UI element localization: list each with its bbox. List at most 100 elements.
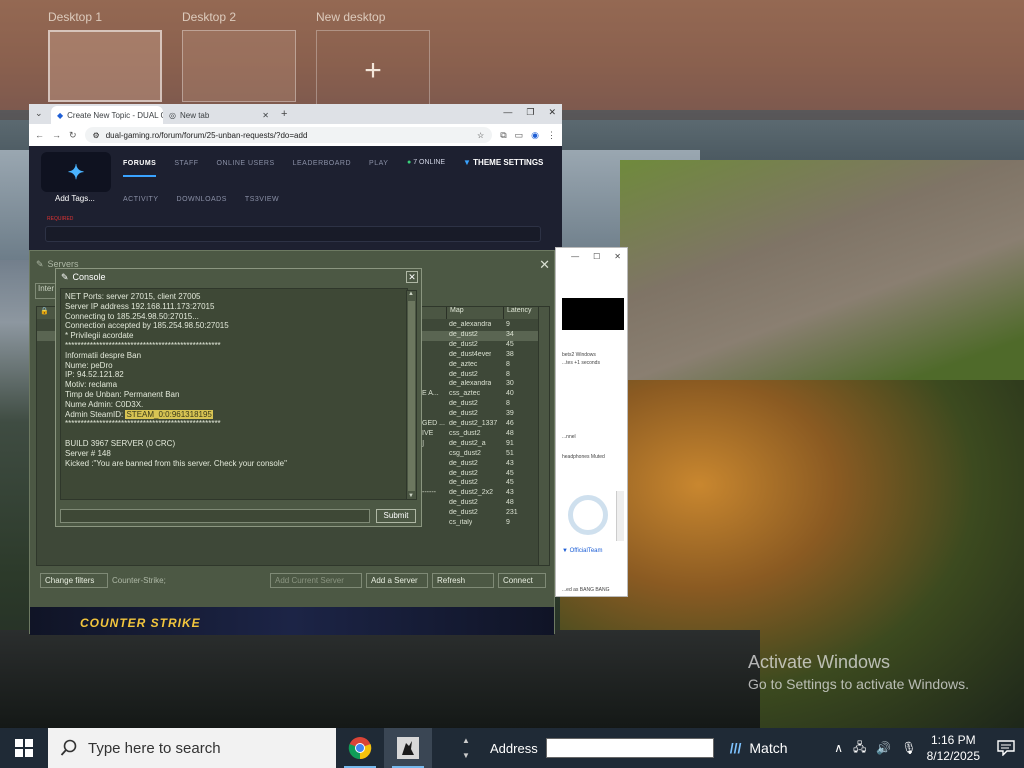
scroll-down-icon[interactable]: ▼ (408, 493, 414, 499)
browser-tab-create-topic[interactable]: ◆ Create New Topic - DUAL GAM ✕ (51, 106, 163, 124)
console-close-button[interactable]: ✕ (406, 271, 418, 283)
address-bar[interactable]: ⚙ dual-gaming.ro/forum/forum/25-unban-re… (84, 127, 493, 143)
steam-icon: ✎ (36, 258, 44, 269)
nav-play[interactable]: PLAY (369, 160, 388, 177)
nav-downloads[interactable]: DOWNLOADS (177, 196, 227, 203)
forward-icon[interactable]: → (52, 130, 61, 140)
site-info-icon[interactable]: ⚙ (93, 131, 100, 140)
taskbar-chrome[interactable] (336, 728, 384, 768)
address-toolbar-input[interactable] (545, 738, 714, 758)
official-team-link[interactable]: ▼ OfficialTeam (562, 548, 603, 554)
close-icon[interactable]: ✕ (614, 252, 621, 261)
server-name-fragment: GED ... (422, 420, 445, 427)
chevron-down-icon: ▼ (462, 751, 470, 760)
search-icon (60, 739, 77, 756)
extensions-icon[interactable]: ⧉ (500, 130, 506, 141)
tab-close-icon[interactable]: ✕ (262, 111, 269, 120)
desktop-2-label[interactable]: Desktop 2 (182, 10, 236, 24)
theme-settings-button[interactable]: ▼ THEME SETTINGS (463, 158, 543, 167)
add-server-button[interactable]: Add a Server (366, 573, 428, 588)
menu-icon[interactable]: ⋮ (547, 130, 556, 141)
minimize-icon[interactable]: — (503, 107, 512, 118)
online-count[interactable]: ● 7 ONLINE (407, 159, 445, 166)
new-tab-button[interactable]: + (281, 108, 287, 120)
new-desktop-button[interactable]: + (316, 30, 430, 112)
wallpaper-water (0, 630, 760, 730)
topic-title-field[interactable] (45, 226, 541, 242)
taskbar-search-box[interactable]: Type here to search (48, 728, 336, 768)
console-scroll-thumb[interactable] (408, 301, 415, 491)
tab-search-icon[interactable]: ⌄ (35, 108, 43, 119)
console-line: Connecting to 185.254.98.50:27015... (65, 311, 199, 321)
console-title: Console (72, 272, 106, 282)
cricket-logo-icon: /// (729, 740, 742, 756)
console-line: ****************************************… (65, 419, 221, 429)
console-line: Server # 148 (65, 448, 111, 458)
nav-staff[interactable]: STAFF (174, 160, 198, 177)
server-list-scrollbar[interactable] (538, 307, 549, 565)
game-filter-tag: Counter-Strike; (112, 576, 166, 585)
connect-button[interactable]: Connect (498, 573, 546, 588)
server-latency: 51 (506, 449, 514, 457)
start-button[interactable] (0, 728, 48, 768)
notification-icon (997, 740, 1015, 756)
nav-ts3view[interactable]: TS3VIEW (245, 196, 279, 203)
add-tags-field[interactable]: Add Tags... (55, 194, 95, 203)
notification-center-button[interactable] (988, 740, 1024, 756)
maximize-icon[interactable]: ☐ (593, 252, 600, 261)
console-submit-button[interactable]: Submit (376, 509, 416, 523)
side-text: ...tes +1 seconds (562, 360, 600, 366)
profile-icon[interactable]: ◉ (531, 130, 539, 141)
tab-title: New tab (179, 110, 210, 120)
side-window-video (562, 298, 624, 330)
side-window-controls: — ☐ ✕ (556, 248, 627, 264)
nav-online-users[interactable]: ONLINE USERS (217, 160, 275, 177)
console-line: ****************************************… (65, 340, 221, 350)
server-latency: 91 (506, 439, 514, 447)
taskbar: Type here to search ▲ ▼ Address /// Matc… (0, 728, 1024, 768)
minimize-icon[interactable]: — (571, 252, 579, 261)
nav-forums[interactable]: FORUMS (123, 160, 157, 177)
side-scrollbar[interactable] (616, 491, 624, 541)
bookmark-star-icon[interactable]: ☆ (477, 131, 484, 140)
console-command-input[interactable] (60, 509, 370, 523)
nav-leaderboard[interactable]: LEADERBOARD (293, 160, 351, 177)
servers-close-button[interactable]: ✕ (539, 257, 550, 273)
new-desktop-label[interactable]: New desktop (316, 10, 385, 24)
desktop-1-thumbnail[interactable] (48, 30, 162, 102)
change-filters-button[interactable]: Change filters (40, 573, 108, 588)
desktop-1-label[interactable]: Desktop 1 (48, 10, 102, 24)
reload-icon[interactable]: ↻ (69, 130, 77, 141)
server-latency: 46 (506, 420, 514, 427)
taskbar-counter-strike[interactable] (384, 728, 432, 768)
console-line: BUILD 3967 SERVER (0 CRC) (65, 438, 176, 448)
taskbar-scroll[interactable]: ▲ ▼ (456, 728, 476, 768)
volume-icon[interactable]: 🔊 (876, 741, 891, 755)
add-current-server-button[interactable]: Add Current Server (270, 573, 362, 588)
scroll-up-icon[interactable]: ▲ (408, 291, 414, 297)
clock[interactable]: 1:16 PM 8/12/2025 (927, 732, 980, 764)
site-logo[interactable]: ✦ (41, 152, 111, 192)
taskbar-match-widget[interactable]: /// Match (730, 740, 788, 756)
col-map[interactable]: Map (447, 307, 504, 319)
server-map: de_dust2 (449, 400, 478, 408)
chevron-up-icon[interactable]: ∧ (834, 741, 843, 755)
col-latency[interactable]: Latency (504, 307, 540, 319)
desktop-2-thumbnail[interactable] (182, 30, 296, 102)
sidebar-icon[interactable]: ▭ (515, 130, 524, 141)
side-text: ...ed as BANG BANG (562, 587, 610, 593)
refresh-button[interactable]: Refresh (432, 573, 494, 588)
back-icon[interactable]: ← (35, 130, 44, 140)
side-text: bets2 Windows (562, 352, 596, 358)
microphone-icon[interactable]: 🎙 (901, 741, 916, 755)
network-icon[interactable]: 🖧 (853, 738, 866, 759)
browser-tab-new-tab[interactable]: ◎ New tab ✕ (163, 106, 275, 124)
console-line: Connection accepted by 185.254.98.50:270… (65, 321, 229, 331)
nav-activity[interactable]: ACTIVITY (123, 196, 159, 203)
server-latency: 45 (506, 469, 514, 477)
console-scrollbar[interactable]: ▲ ▼ (406, 290, 417, 500)
maximize-icon[interactable]: ❐ (526, 107, 534, 118)
forum-page: ✦ Add Tags... FORUMS STAFF ONLINE USERS … (29, 146, 562, 264)
close-icon[interactable]: ✕ (548, 107, 556, 118)
